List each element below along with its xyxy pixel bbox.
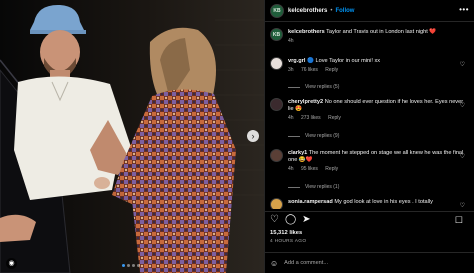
heart-icon[interactable]: ♡ [270,214,279,225]
commenter-avatar[interactable] [270,57,283,70]
heart-icon[interactable]: ♡ [460,61,465,68]
photo-scene [0,0,264,273]
tagged-user-icon[interactable]: ◉ [6,258,17,269]
comment-time: 4h [288,115,294,121]
like-count[interactable]: 15,312 likes [270,230,302,236]
bookmark-icon[interactable]: ☐ [455,215,463,225]
comment-username[interactable]: sonia.rampersad [288,199,333,205]
follow-button[interactable]: Follow [335,8,354,14]
comment-likes[interactable]: 95 likes [301,166,318,172]
commenter-avatar[interactable] [270,198,283,209]
heart-icon[interactable]: ♡ [460,202,465,209]
view-replies-button[interactable]: View replies (9) [288,133,339,139]
reply-button[interactable]: Reply [325,166,338,172]
verified-badge-icon: 🔵 [306,58,314,64]
author-avatar[interactable]: KB [270,3,284,18]
comment-username[interactable]: cherylpretty2 [288,99,323,105]
view-replies-button[interactable]: View replies (1) [288,184,339,190]
comment-time: 4h [288,166,294,172]
view-replies-button[interactable]: View replies (5) [288,84,339,90]
post-details-panel: KB kelcebrothers • Follow ••• KB kelcebr… [264,0,474,273]
heart-icon[interactable]: ♡ [460,102,465,109]
add-comment-bar: ☺ [265,252,474,273]
emoji-icon[interactable]: ☺ [270,259,278,268]
comment-username[interactable]: vrg.grl [288,58,305,64]
comment-input[interactable] [284,260,435,266]
heart-icon[interactable]: ♡ [460,153,465,160]
caption-username[interactable]: kelcebrothers [288,29,325,35]
caption-text: Taylor and Travis out in London last nig… [326,29,437,35]
carousel-dots [122,264,140,267]
share-icon[interactable]: ➤ [302,214,310,225]
comment-likes[interactable]: 273 likes [301,115,321,121]
comment-text: Love Taylor in our mini! xx [315,58,381,64]
caption-time: 4h [288,38,294,44]
author-avatar[interactable]: KB [270,28,283,41]
author-username[interactable]: kelcebrothers [288,8,327,14]
separator-dot: • [330,7,333,14]
comments-list[interactable]: KB kelcebrothers Taylor and Travis out i… [265,24,474,209]
reply-button[interactable]: Reply [328,115,341,121]
more-horizontal-icon[interactable]: ••• [459,5,469,14]
comment-username[interactable]: clarky1 [288,150,307,156]
carousel-dot [127,264,130,267]
carousel-dot [122,264,125,267]
commenter-avatar[interactable] [270,98,283,111]
post-date: 4 HOURS AGO [270,239,307,244]
carousel-next-icon[interactable]: › [247,130,259,142]
comment-icon[interactable]: ◯ [285,214,296,225]
commenter-avatar[interactable] [270,149,283,162]
carousel-dot [132,264,135,267]
reply-button[interactable]: Reply [325,67,338,73]
post-actions: ♡ ◯ ➤ ☐ [265,211,474,227]
post-photo[interactable]: › ◉ [0,0,264,273]
comment-text: The moment he stepped on stage we all kn… [288,150,464,163]
post-header: KB kelcebrothers • Follow ••• [265,0,474,22]
comment-likes[interactable]: 76 likes [301,67,318,73]
carousel-dot [137,264,140,267]
comment-text: My god look at love in his eyes . I tota… [334,199,433,205]
comment-time: 3h [288,67,294,73]
